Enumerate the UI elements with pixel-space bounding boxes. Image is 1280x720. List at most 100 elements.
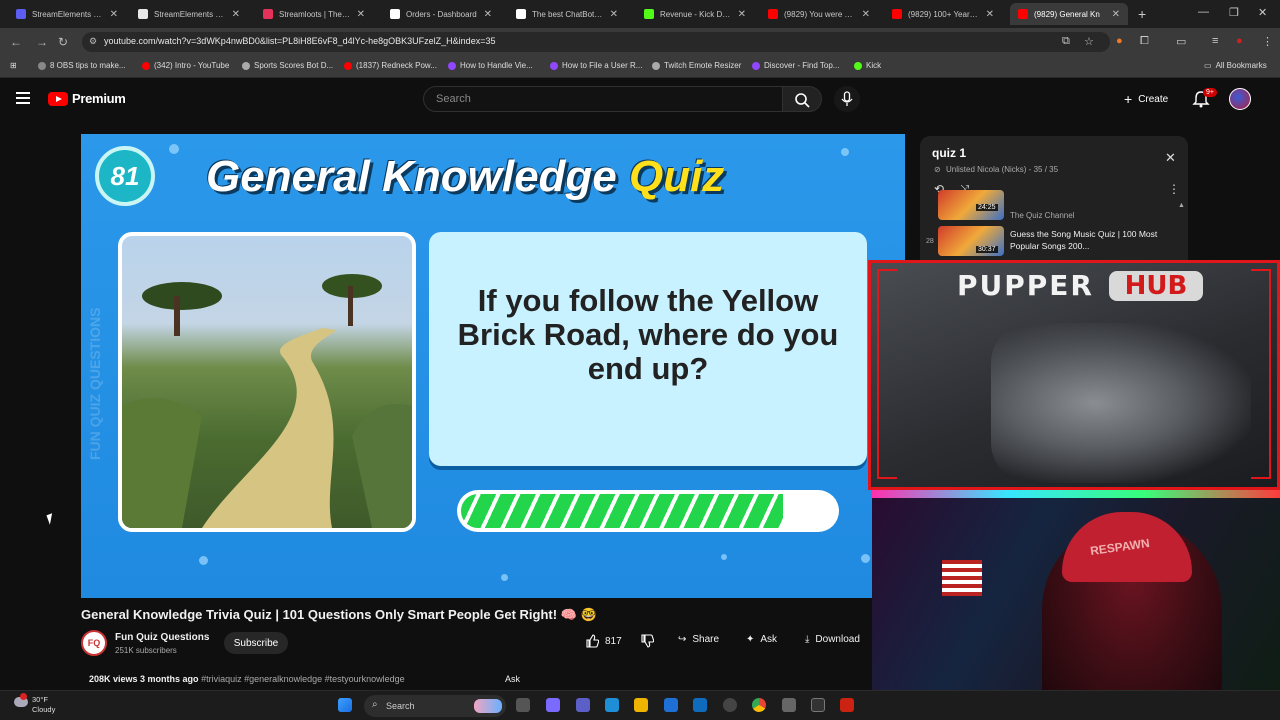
playlist-title[interactable]: quiz 1 [932, 146, 966, 160]
question-image [118, 232, 416, 532]
scroll-up-icon[interactable]: ▲ [1178, 202, 1185, 209]
logo-text: Premium [72, 91, 126, 106]
dislike-button[interactable] [640, 634, 654, 648]
account-avatar[interactable] [1229, 88, 1251, 110]
extensions-icon[interactable]: ⧠ [1140, 35, 1149, 48]
profile-icon[interactable]: ● [1236, 35, 1243, 47]
channel-name[interactable]: Fun Quiz Questions [115, 632, 209, 643]
task-view-icon[interactable] [516, 698, 530, 712]
tab-close-icon[interactable]: ✕ [738, 9, 746, 20]
reload-icon[interactable]: ↻ [58, 35, 68, 49]
bookmark-item[interactable]: (342) Intro - YouTube [142, 61, 229, 70]
weather-widget[interactable]: 30°F Cloudy [32, 695, 55, 715]
channel-avatar[interactable]: FQ [81, 630, 107, 656]
playlist-more-icon[interactable]: ⋮ [1168, 182, 1180, 196]
all-bookmarks[interactable]: ▭ All Bookmarks [1204, 61, 1267, 70]
close-window-icon[interactable]: ✕ [1258, 6, 1267, 19]
led-strip [872, 490, 1280, 498]
tab-close-icon[interactable]: ✕ [862, 9, 870, 20]
create-button[interactable]: + Create [1124, 88, 1168, 110]
tab-favicon-icon [138, 9, 148, 19]
menu-icon[interactable]: ⋮ [1262, 35, 1273, 48]
sidepanel-icon[interactable]: ▭ [1176, 35, 1186, 48]
windows-start-icon[interactable] [338, 698, 352, 712]
tab-label: The best ChatBot and [532, 9, 604, 19]
tab-close-icon[interactable]: ✕ [357, 9, 365, 20]
browser-tab[interactable]: (9829) General Kn ✕ [1010, 3, 1128, 25]
browser-tab[interactable]: StreamElements - ripp ✕ [130, 3, 248, 25]
site-info-icon[interactable]: ⚙ [89, 36, 97, 47]
bookmark-item[interactable]: Discover - Find Top... [752, 61, 839, 70]
tab-close-icon[interactable]: ✕ [610, 9, 618, 20]
voice-search-button[interactable] [834, 86, 860, 112]
bookmark-item[interactable]: (1837) Redneck Pow... [344, 61, 437, 70]
bookmark-item[interactable]: 8 OBS tips to make... [38, 61, 126, 70]
mouse-cursor [46, 513, 56, 525]
bookmark-item[interactable]: How to Handle Vie... [448, 61, 533, 70]
search-button[interactable] [782, 86, 822, 112]
forward-icon[interactable]: → [36, 35, 48, 49]
chrome-icon[interactable] [752, 698, 766, 712]
like-button[interactable]: 817 [585, 634, 622, 648]
browser-tab[interactable]: Revenue - Kick Dashb ✕ [636, 3, 754, 25]
bookmark-label: Kick [866, 61, 882, 70]
outlook-icon[interactable] [693, 698, 707, 712]
playlist-item-channel: The Quiz Channel [1010, 211, 1075, 220]
search-input[interactable]: Search [423, 86, 783, 112]
app-icon[interactable] [782, 698, 796, 712]
subscribe-button[interactable]: Subscribe [224, 632, 288, 654]
back-icon[interactable]: ← [10, 35, 22, 49]
bookmark-item[interactable]: How to File a User R... [550, 61, 642, 70]
apps-icon[interactable]: ⊞ [10, 61, 17, 70]
browser-tab[interactable]: (9829) You were my b ✕ [760, 3, 878, 25]
tab-close-icon[interactable]: ✕ [484, 9, 492, 20]
maximize-icon[interactable]: ❐ [1229, 6, 1239, 19]
tab-close-icon[interactable]: ✕ [986, 9, 994, 20]
download-button[interactable]: ⤓ Download [805, 634, 860, 645]
browser-tab[interactable]: Streamloots | Theripp ✕ [255, 3, 373, 25]
bookmark-item[interactable]: Sports Scores Bot D... [242, 61, 333, 70]
video-description-line[interactable]: 208K views 3 months ago #triviaquiz #gen… [89, 674, 405, 684]
tab-close-icon[interactable]: ✕ [1112, 9, 1120, 20]
edge-icon[interactable] [605, 698, 619, 712]
hashtags[interactable]: #triviaquiz #generalknowledge #testyourk… [201, 674, 405, 684]
browser-tab[interactable]: (9829) 100+ Years Of ✕ [884, 3, 1002, 25]
playlist-close-icon[interactable]: ✕ [1165, 150, 1176, 166]
browser-tab[interactable]: The best ChatBot and ✕ [508, 3, 626, 25]
copilot-icon[interactable] [546, 698, 560, 712]
install-icon[interactable]: ⧉ [1062, 35, 1070, 48]
stream-overlay-panel: PUPPER HUB [868, 260, 1280, 490]
url-field[interactable]: ⚙ youtube.com/watch?v=3dWKp4nwBD0&list=P… [82, 32, 1110, 52]
new-tab-button[interactable]: + [1138, 6, 1146, 22]
flag-decoration [942, 560, 982, 596]
side-watermark: FUN QUIZ QUESTIONS [87, 307, 103, 461]
tab-close-icon[interactable]: ✕ [110, 9, 118, 20]
search-icon [795, 93, 810, 108]
bookmark-item[interactable]: Kick [854, 61, 881, 70]
playlist-item[interactable]: 28 30:37 Guess the Song Music Quiz | 100… [926, 226, 1176, 258]
bubble-decoration [501, 574, 508, 581]
minimize-icon[interactable]: — [1198, 6, 1209, 18]
tab-close-icon[interactable]: ✕ [232, 9, 240, 20]
share-button[interactable]: ↪ Share [678, 634, 719, 645]
ask-chip[interactable]: Ask [505, 674, 520, 684]
bookmark-item[interactable]: Twitch Emote Resizer [652, 61, 741, 70]
download-label: Download [815, 634, 860, 645]
obs-icon[interactable] [723, 698, 737, 712]
youtube-logo[interactable]: Premium [48, 91, 126, 106]
teams-icon[interactable] [576, 698, 590, 712]
menu-hamburger-icon[interactable] [16, 92, 30, 104]
media-icon[interactable]: ≡ [1212, 35, 1218, 47]
file-explorer-icon[interactable] [634, 698, 648, 712]
store-icon[interactable] [664, 698, 678, 712]
extension-icon[interactable]: ● [1116, 35, 1123, 47]
video-player[interactable]: 81 General Knowledge Quiz FUN QUIZ QUEST… [81, 134, 905, 598]
terminal-icon[interactable] [811, 698, 825, 712]
tab-label: Orders - Dashboard [406, 9, 477, 19]
app-red-icon[interactable] [840, 698, 854, 712]
ask-button[interactable]: ✦ Ask [746, 634, 777, 645]
browser-tab[interactable]: StreamElements - Ove ✕ [8, 3, 126, 25]
taskbar-search[interactable]: ⌕ Search [364, 695, 506, 717]
browser-tab[interactable]: Orders - Dashboard ✕ [382, 3, 500, 25]
bookmark-star-icon[interactable]: ☆ [1084, 35, 1094, 48]
